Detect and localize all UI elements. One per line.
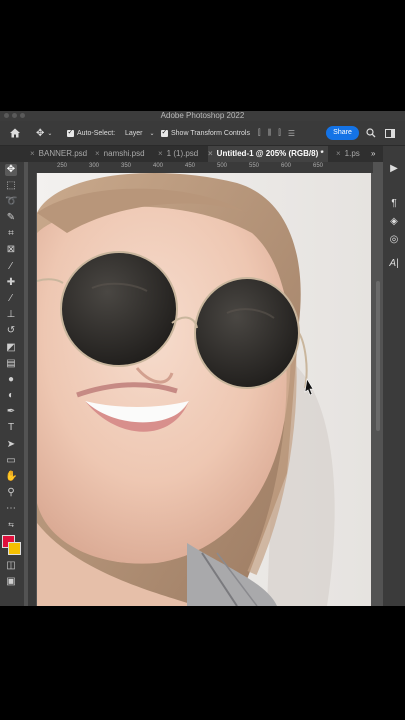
- ruler-tick: 500: [217, 163, 228, 169]
- close-icon[interactable]: ×: [336, 149, 341, 158]
- shape-tool-icon[interactable]: ▭: [5, 455, 17, 467]
- auto-select-value: Layer: [125, 129, 143, 137]
- tab-1-1[interactable]: × 1 (1).psd: [158, 146, 198, 162]
- tab-1-ps[interactable]: × 1.ps: [336, 146, 360, 162]
- eraser-tool-icon[interactable]: ◩: [5, 342, 17, 354]
- align-left-icon[interactable]: ⫿: [258, 128, 261, 138]
- align-center-icon[interactable]: ⫼: [268, 128, 272, 138]
- tab-untitled-1[interactable]: × Untitled-1 @ 205% (RGB/8) *: [208, 146, 328, 162]
- background-color-swatch[interactable]: [8, 542, 21, 555]
- ruler-tick: 350: [121, 163, 132, 169]
- close-icon[interactable]: ×: [158, 149, 163, 158]
- screen-mode-icon[interactable]: ▣: [5, 576, 17, 588]
- options-bar: ✥ ⌄ Auto-Select: Layer ⌄ Show Transform …: [0, 121, 405, 146]
- share-button[interactable]: Share: [326, 126, 359, 140]
- auto-select-dropdown[interactable]: Layer ⌄: [125, 121, 155, 145]
- close-icon[interactable]: ×: [208, 149, 213, 158]
- tools-panel: ✥ ⬚ ➰ ✎ ⌗ ⊠ ⁄ ✚ ⁄ ⊥ ↺ ◩ ▤ ● ◐ ✒ T ➤ ▭ ✋ …: [0, 162, 24, 606]
- search-icon[interactable]: [366, 121, 376, 145]
- eyedropper-tool-icon[interactable]: ⁄: [5, 261, 17, 273]
- chevron-down-icon: ⌄: [149, 130, 155, 137]
- crop-tool-icon[interactable]: ⌗: [5, 228, 17, 240]
- move-tool-icon[interactable]: ✥: [5, 164, 17, 176]
- channels-icon[interactable]: ◎: [388, 234, 400, 246]
- window-title: Adobe Photoshop 2022: [160, 111, 245, 120]
- healing-tool-icon[interactable]: ✚: [5, 277, 17, 289]
- paragraph-icon[interactable]: ¶: [388, 198, 400, 210]
- document-canvas[interactable]: [37, 173, 371, 606]
- window-controls[interactable]: [4, 113, 25, 118]
- document-tabs: × BANNER.psd × namshi.psd × 1 (1).psd × Unti…: [0, 146, 405, 162]
- right-panel-dock: ▶ ¶ ◈ ◎ A|: [383, 146, 405, 606]
- checkbox-icon: [67, 128, 74, 137]
- checkbox-icon: [161, 128, 168, 137]
- quick-select-tool-icon[interactable]: ✎: [5, 212, 17, 224]
- play-icon[interactable]: ▶: [388, 163, 400, 175]
- close-icon[interactable]: ×: [30, 149, 35, 158]
- distribute-icon[interactable]: ☰: [288, 129, 295, 138]
- stamp-tool-icon[interactable]: ⊥: [5, 309, 17, 321]
- ruler-tick: 650: [313, 163, 324, 169]
- show-transform-checkbox[interactable]: Show Transform Controls: [161, 121, 250, 145]
- ruler-tick: 400: [153, 163, 164, 169]
- frame-tool-icon[interactable]: ⊠: [5, 244, 17, 256]
- marquee-tool-icon[interactable]: ⬚: [5, 180, 17, 192]
- bottom-letterbox: [0, 606, 405, 720]
- gradient-tool-icon[interactable]: ▤: [5, 358, 17, 370]
- close-icon[interactable]: ×: [95, 149, 100, 158]
- pen-tool-icon[interactable]: ✒: [5, 406, 17, 418]
- tab-namshi[interactable]: × namshi.psd: [95, 146, 145, 162]
- portrait-photo: [37, 173, 371, 606]
- blur-tool-icon[interactable]: ●: [5, 374, 17, 386]
- hand-tool-icon[interactable]: ✋: [5, 471, 17, 483]
- ruler-tick: 550: [249, 163, 260, 169]
- type-tool-icon[interactable]: T: [5, 422, 17, 434]
- ruler-tick: 450: [185, 163, 196, 169]
- ruler-tick: 600: [281, 163, 292, 169]
- auto-select-checkbox[interactable]: Auto-Select:: [67, 121, 115, 145]
- quick-mask-icon[interactable]: ◫: [5, 560, 17, 572]
- dodge-tool-icon[interactable]: ◐: [5, 390, 17, 402]
- path-select-tool-icon[interactable]: ➤: [5, 439, 17, 451]
- lasso-tool-icon[interactable]: ➰: [5, 196, 17, 208]
- zoom-tool-icon[interactable]: ⚲: [5, 487, 17, 499]
- move-tool-preset[interactable]: ✥ ⌄: [36, 121, 52, 145]
- align-right-icon[interactable]: ⫿: [278, 128, 281, 138]
- more-tabs-icon[interactable]: »: [371, 146, 375, 162]
- title-bar: Adobe Photoshop 2022: [0, 111, 405, 121]
- ruler-tick: 300: [89, 163, 100, 169]
- auto-select-label: Auto-Select:: [77, 129, 116, 137]
- workspace-icon[interactable]: [385, 121, 395, 145]
- brush-tool-icon[interactable]: ⁄: [5, 293, 17, 305]
- history-brush-tool-icon[interactable]: ↺: [5, 325, 17, 337]
- move-icon: ✥: [36, 127, 45, 139]
- vertical-ruler: [28, 173, 36, 606]
- tab-banner[interactable]: × BANNER.psd: [30, 146, 87, 162]
- default-colors-icon[interactable]: ⇆: [5, 520, 17, 532]
- home-icon[interactable]: [9, 121, 21, 145]
- ruler-tick: 250: [57, 163, 68, 169]
- align-buttons[interactable]: ⫿ ⫼ ⫿ ☰: [258, 121, 295, 145]
- more-tools-icon[interactable]: ⋯: [5, 503, 17, 515]
- chevron-down-icon: ⌄: [47, 130, 53, 137]
- photoshop-window: Adobe Photoshop 2022 ✥ ⌄ Auto-Select: La…: [0, 111, 405, 606]
- show-transform-label: Show Transform Controls: [171, 129, 250, 137]
- character-icon[interactable]: A|: [388, 258, 400, 270]
- vertical-scrollbar[interactable]: [376, 281, 380, 431]
- layers-icon[interactable]: ◈: [388, 216, 400, 228]
